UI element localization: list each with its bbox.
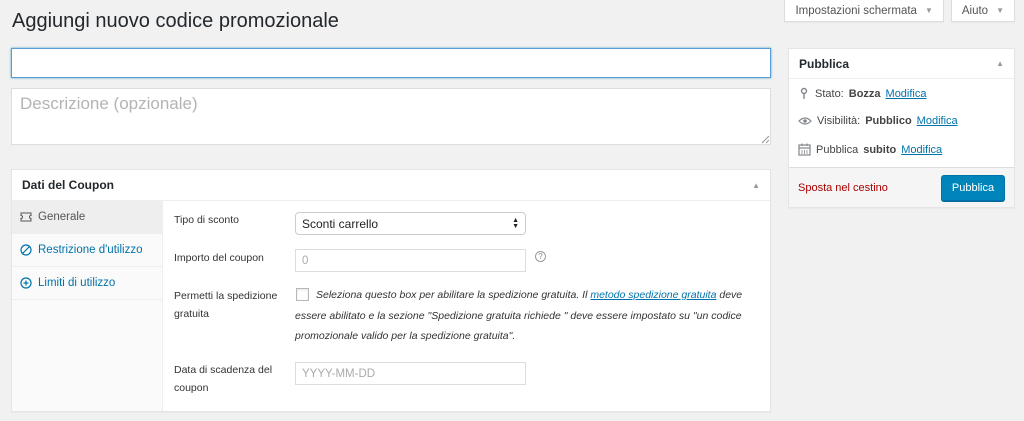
resize-handle-icon[interactable] (761, 135, 770, 144)
visibility-row: Visibilità: Pubblico Modifica (798, 115, 958, 127)
publish-button[interactable]: Pubblica (941, 174, 1005, 201)
tab-general[interactable]: Generale (12, 201, 162, 234)
coupon-data-header[interactable]: Dati del Coupon ▲ (12, 170, 770, 201)
free-shipping-label: Permetti la spedizione gratuita (174, 287, 277, 323)
coupon-data-title: Dati del Coupon (22, 178, 114, 192)
free-shipping-checkbox[interactable] (296, 288, 309, 301)
page-title: Aggiungi nuovo codice promozionale (12, 10, 339, 32)
help-button[interactable]: Aiuto ▼ (950, 0, 1015, 22)
caret-down-icon: ▼ (996, 6, 1004, 15)
publish-title: Pubblica (799, 56, 850, 71)
discount-type-value: Sconti carrello (302, 216, 379, 231)
screen-options-label: Impostazioni schermata (795, 4, 917, 17)
expiry-date-label-line1: Data di scadenza del (174, 364, 273, 376)
discount-type-select[interactable]: Sconti carrello ▲ ▼ (295, 212, 526, 235)
publish-actions: Sposta nel cestino Pubblica (789, 167, 1014, 207)
description-textarea[interactable] (11, 88, 771, 145)
move-to-trash-link[interactable]: Sposta nel cestino (798, 182, 888, 194)
free-shipping-method-link[interactable]: metodo spedizione gratuita (590, 289, 716, 301)
status-row: Stato: Bozza Modifica (798, 87, 927, 100)
tab-usage-limits[interactable]: Limiti di utilizzo (12, 267, 162, 300)
coupon-amount-input[interactable] (295, 249, 526, 272)
pin-icon (800, 87, 808, 99)
free-shipping-label-line2: gratuita (174, 308, 210, 320)
coupon-amount-label: Importo del coupon (174, 252, 264, 264)
free-shipping-description: Seleziona questo box per abilitare la sp… (295, 285, 750, 347)
free-shipping-label-line1: Permetti la spedizione (174, 290, 278, 302)
screen-meta-links: Impostazioni schermata ▼ Aiuto ▼ (784, 0, 1015, 22)
discount-type-label: Tipo di sconto (174, 214, 239, 226)
coupon-data-panel: Dati del Coupon ▲ Generale Restrizione d… (11, 169, 771, 412)
tab-usage-limits-label: Limiti di utilizzo (38, 277, 116, 289)
expiry-date-label: Data di scadenza del coupon (174, 361, 272, 397)
calendar-icon (798, 143, 811, 156)
schedule-label: Pubblica (816, 143, 859, 156)
schedule-row: Pubblica subito Modifica (798, 143, 942, 156)
coupon-code-input[interactable] (11, 48, 771, 78)
free-shipping-desc-before: Seleziona questo box per abilitare la sp… (316, 289, 591, 301)
restriction-icon (20, 244, 32, 256)
tab-general-label: Generale (38, 211, 86, 223)
collapse-arrow-icon[interactable]: ▲ (752, 181, 760, 190)
coupon-tabs: Generale Restrizione d'utilizzo Limiti d… (12, 201, 163, 411)
visibility-label: Visibilità: (817, 115, 861, 127)
caret-down-icon: ▼ (924, 6, 933, 15)
expiry-date-input[interactable] (295, 362, 526, 385)
edit-status-link[interactable]: Modifica (886, 88, 927, 100)
tab-usage-restriction[interactable]: Restrizione d'utilizzo (12, 234, 162, 267)
status-label: Stato: (815, 87, 844, 100)
select-arrows-icon: ▲ ▼ (512, 216, 519, 230)
help-label: Aiuto (961, 4, 989, 17)
collapse-arrow-icon[interactable]: ▲ (996, 59, 1004, 68)
help-tip-icon[interactable]: ? (535, 251, 546, 262)
edit-schedule-link[interactable]: Modifica (901, 144, 942, 156)
publish-panel: Pubblica ▲ Stato: Bozza Modifica Visibil… (788, 48, 1015, 208)
tab-usage-restriction-label: Restrizione d'utilizzo (38, 244, 143, 256)
schedule-value: subito (863, 143, 897, 156)
edit-visibility-link[interactable]: Modifica (917, 115, 958, 127)
eye-icon (798, 117, 812, 125)
plus-circle-icon (20, 277, 32, 289)
screen-options-button[interactable]: Impostazioni schermata ▼ (784, 0, 944, 22)
status-value: Bozza (848, 87, 881, 100)
expiry-date-label-line2: coupon (174, 382, 209, 394)
publish-header[interactable]: Pubblica ▲ (789, 49, 1014, 79)
ticket-icon (20, 211, 32, 223)
visibility-value: Pubblico (865, 115, 912, 127)
general-fields: Tipo di sconto Sconti carrello ▲ ▼ Import… (163, 201, 770, 411)
